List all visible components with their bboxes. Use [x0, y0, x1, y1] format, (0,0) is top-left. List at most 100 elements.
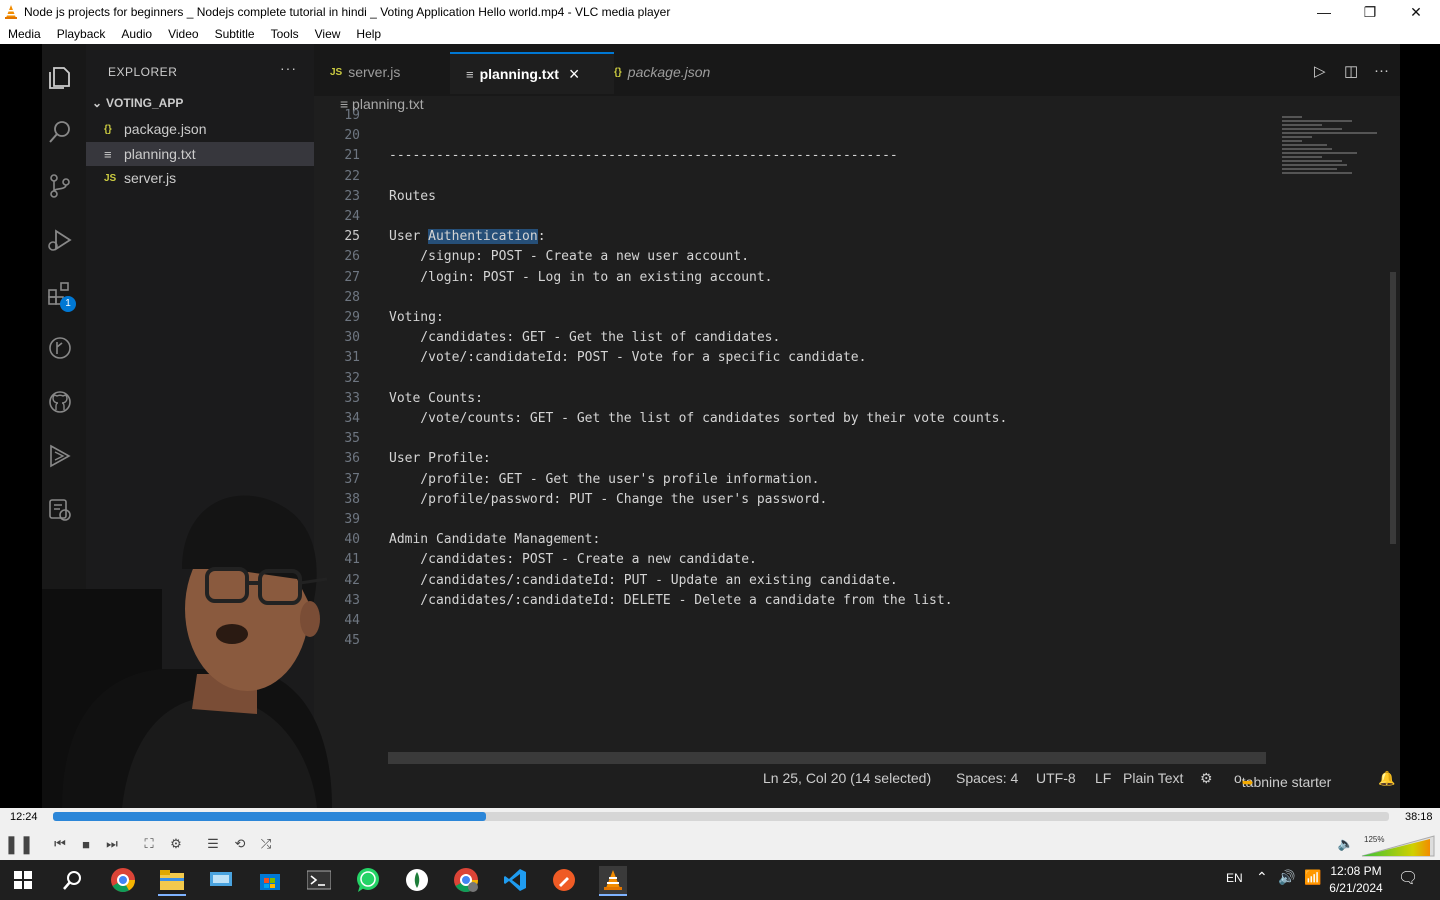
- code-line[interactable]: 35: [314, 431, 1274, 451]
- system-clock[interactable]: 12:08 PM 6/21/2024: [1320, 863, 1392, 897]
- whatsapp-icon[interactable]: [354, 866, 382, 894]
- file-server-js[interactable]: JS server.js: [86, 166, 314, 190]
- extended-settings-button[interactable]: ⚙: [165, 833, 187, 855]
- code-line[interactable]: 41 /candidates: POST - Create a new cand…: [314, 552, 1274, 572]
- status-language[interactable]: Plain Text: [1123, 770, 1183, 786]
- code-line[interactable]: 44: [314, 613, 1274, 633]
- code-line[interactable]: 31 /vote/:candidateId: POST - Vote for a…: [314, 350, 1274, 370]
- network-icon[interactable]: 📶: [1304, 869, 1321, 886]
- code-line[interactable]: 25 User Authentication:: [314, 229, 1274, 249]
- vscode-icon[interactable]: [501, 866, 529, 894]
- code-line[interactable]: 29 Voting:: [314, 310, 1274, 330]
- status-cursor-position[interactable]: Ln 25, Col 20 (14 selected): [763, 770, 931, 786]
- code-line[interactable]: 34 /vote/counts: GET - Get the list of c…: [314, 411, 1274, 431]
- volume-icon[interactable]: 🔈: [1336, 833, 1356, 855]
- status-eol[interactable]: LF: [1095, 770, 1111, 786]
- vpn-app-icon[interactable]: [403, 866, 431, 894]
- file-planning-txt[interactable]: ≡ planning.txt: [86, 142, 314, 166]
- code-editor[interactable]: 19 20 21 ----------------------------------…: [314, 108, 1400, 756]
- file-explorer-icon[interactable]: [158, 866, 186, 896]
- code-line[interactable]: 23 Routes: [314, 189, 1274, 209]
- menu-playback[interactable]: Playback: [57, 27, 106, 41]
- code-line[interactable]: 32: [314, 371, 1274, 391]
- menu-help[interactable]: Help: [356, 27, 381, 41]
- maximize-button[interactable]: ❐: [1347, 0, 1393, 24]
- chevron-up-icon[interactable]: ⌃: [1256, 869, 1268, 886]
- input-language[interactable]: EN: [1226, 871, 1243, 885]
- fullscreen-button[interactable]: ⛶: [138, 833, 160, 855]
- loop-button[interactable]: ⟲: [229, 833, 251, 855]
- vlc-taskbar-icon[interactable]: [599, 866, 627, 896]
- code-line[interactable]: 40 Admin Candidate Management:: [314, 532, 1274, 552]
- code-line[interactable]: 28: [314, 290, 1274, 310]
- chrome-icon[interactable]: [109, 866, 137, 894]
- windows-start-icon[interactable]: [9, 866, 37, 894]
- code-line[interactable]: 30 /candidates: GET - Get the list of ca…: [314, 330, 1274, 350]
- menu-view[interactable]: View: [315, 27, 341, 41]
- stop-button[interactable]: ■: [75, 833, 97, 855]
- notifications-bell-icon[interactable]: 🔔: [1378, 770, 1395, 787]
- code-line[interactable]: 20: [314, 128, 1274, 148]
- volume-slider[interactable]: [1360, 834, 1436, 858]
- minimize-button[interactable]: —: [1301, 0, 1347, 24]
- more-actions-icon[interactable]: ···: [1374, 62, 1389, 79]
- notification-center-icon[interactable]: 🗨: [1398, 868, 1418, 888]
- playlist-button[interactable]: ☰: [202, 833, 224, 855]
- timeline-icon[interactable]: [46, 334, 74, 362]
- code-line[interactable]: 38 /profile/password: PUT - Change the u…: [314, 492, 1274, 512]
- microsoft-store-icon[interactable]: [256, 866, 284, 894]
- files-icon[interactable]: [46, 64, 74, 92]
- explorer-more-icon[interactable]: ···: [280, 60, 297, 76]
- search-icon[interactable]: [58, 866, 86, 894]
- minimap[interactable]: [1282, 116, 1392, 206]
- code-line[interactable]: 37 /profile: GET - Get the user's profil…: [314, 472, 1274, 492]
- run-debug-icon[interactable]: [46, 226, 74, 254]
- status-encoding[interactable]: UTF-8: [1036, 770, 1076, 786]
- code-line[interactable]: 21 --------------------------------------…: [314, 148, 1274, 168]
- previous-button[interactable]: ⏮: [49, 833, 71, 855]
- menu-media[interactable]: Media: [8, 27, 41, 41]
- speaker-icon[interactable]: 🔊: [1278, 869, 1295, 886]
- copilot-icon[interactable]: ⚙: [1200, 770, 1213, 787]
- vertical-scrollbar[interactable]: [1390, 272, 1396, 544]
- code-line[interactable]: 45: [314, 633, 1274, 653]
- code-line[interactable]: 19: [314, 108, 1274, 128]
- source-control-icon[interactable]: [46, 172, 74, 200]
- code-line[interactable]: 22: [314, 169, 1274, 189]
- code-line[interactable]: 26 /signup: POST - Create a new user acc…: [314, 249, 1274, 269]
- shuffle-button[interactable]: ⤮: [255, 833, 277, 855]
- menu-video[interactable]: Video: [168, 27, 198, 41]
- pause-button[interactable]: ❚❚: [4, 833, 34, 855]
- menu-tools[interactable]: Tools: [271, 27, 299, 41]
- code-line[interactable]: 42 /candidates/:candidateId: PUT - Updat…: [314, 573, 1274, 593]
- folder-voting-app[interactable]: ⌄ VOTING_APP: [92, 96, 183, 110]
- postman-icon[interactable]: [550, 866, 578, 894]
- code-line[interactable]: 43 /candidates/:candidateId: DELETE - De…: [314, 593, 1274, 613]
- horizontal-scrollbar[interactable]: [388, 752, 1266, 764]
- code-line[interactable]: 39: [314, 512, 1274, 532]
- menu-audio[interactable]: Audio: [121, 27, 152, 41]
- code-line[interactable]: 27 /login: POST - Log in to an existing …: [314, 270, 1274, 290]
- tab-package-json[interactable]: {} package.json: [598, 52, 764, 92]
- status-indentation[interactable]: Spaces: 4: [956, 770, 1018, 786]
- search-icon[interactable]: [46, 118, 74, 146]
- code-line[interactable]: 24: [314, 209, 1274, 229]
- tab-planning-txt[interactable]: ≡ planning.txt ×: [450, 52, 614, 94]
- close-button[interactable]: ✕: [1393, 0, 1439, 24]
- code-line[interactable]: 33 Vote Counts:: [314, 391, 1274, 411]
- tab-server-js[interactable]: JS server.js: [314, 52, 466, 92]
- menu-subtitle[interactable]: Subtitle: [215, 27, 255, 41]
- next-button[interactable]: ⏭: [101, 833, 123, 855]
- close-tab-icon[interactable]: ×: [569, 64, 580, 85]
- remote-desktop-icon[interactable]: [207, 866, 235, 894]
- chrome-profile-icon[interactable]: [452, 866, 480, 894]
- seek-bar[interactable]: [53, 812, 1389, 821]
- code-line[interactable]: 36 User Profile:: [314, 451, 1274, 471]
- file-package-json[interactable]: {} package.json: [86, 117, 314, 141]
- split-editor-icon[interactable]: ◫: [1344, 62, 1358, 80]
- run-file-icon[interactable]: ▷: [1314, 62, 1326, 80]
- video-area[interactable]: 1 EXPLORER ··· ⌄ VOTING_APP {} package.js…: [0, 44, 1440, 808]
- terminal-icon[interactable]: [305, 866, 333, 894]
- tabnine-status[interactable]: o tabnine starter ➥: [1234, 770, 1331, 790]
- github-icon[interactable]: [46, 388, 74, 416]
